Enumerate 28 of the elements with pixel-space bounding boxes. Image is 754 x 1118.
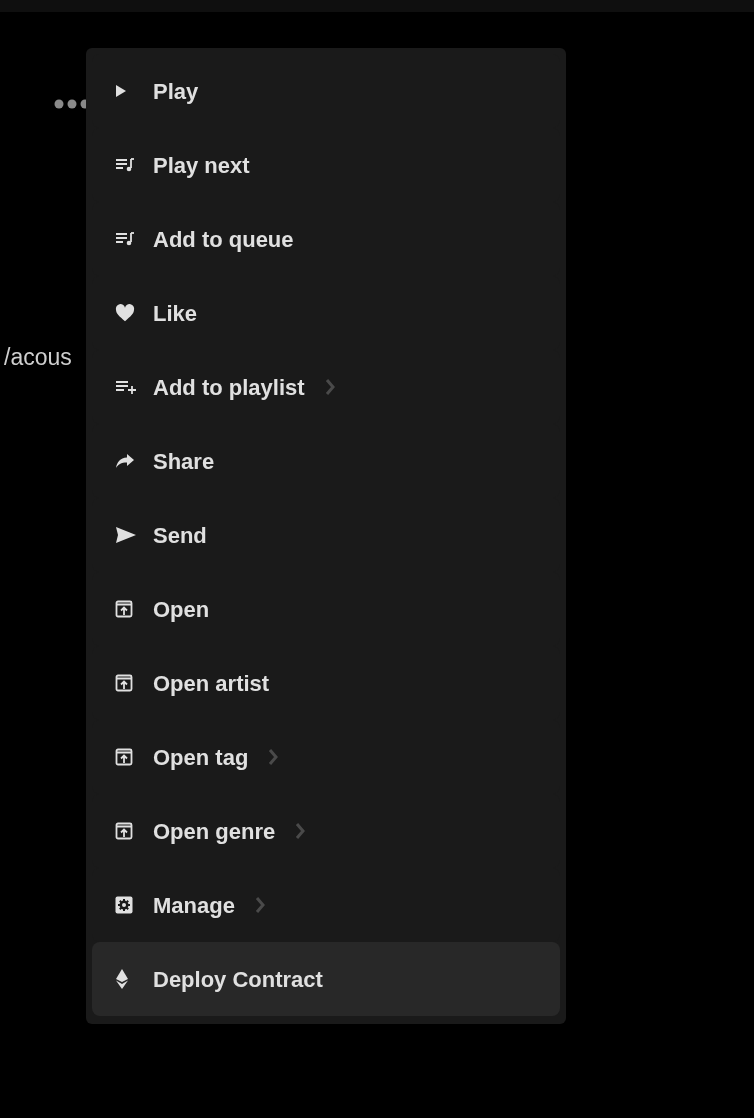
open-box-icon (115, 748, 133, 766)
music-list-icon (115, 158, 135, 172)
menu-item-label: Open artist (153, 669, 270, 698)
menu-item-label: Add to queue (153, 225, 294, 254)
menu-item-label: Open genre (153, 817, 276, 846)
share-arrow-icon (115, 453, 135, 469)
menu-item-label: Open (153, 595, 210, 624)
menu-item-label: Add to playlist (153, 373, 305, 402)
menu-item-label: Play next (153, 151, 250, 180)
menu-item[interactable]: Deploy Contract (92, 942, 560, 1016)
path-text: /acous (4, 346, 72, 369)
music-list-icon (115, 232, 135, 246)
menu-item-label: Share (153, 447, 215, 476)
send-icon (115, 526, 137, 544)
playlist-add-icon (115, 380, 137, 394)
menu-item-label: Deploy Contract (153, 965, 323, 994)
menu-item-label: Send (153, 521, 207, 550)
menu-item-label: Open tag (153, 743, 249, 772)
menu-item-label: Play (153, 77, 199, 106)
heart-icon (115, 304, 135, 322)
ethereum-icon (115, 969, 129, 989)
open-box-icon (115, 822, 133, 840)
menu-item-label: Like (153, 299, 198, 328)
play-icon (115, 84, 127, 98)
open-box-icon (115, 674, 133, 692)
gear-icon (115, 896, 133, 914)
menu-item-label: Manage (153, 891, 235, 920)
open-box-icon (115, 600, 133, 618)
